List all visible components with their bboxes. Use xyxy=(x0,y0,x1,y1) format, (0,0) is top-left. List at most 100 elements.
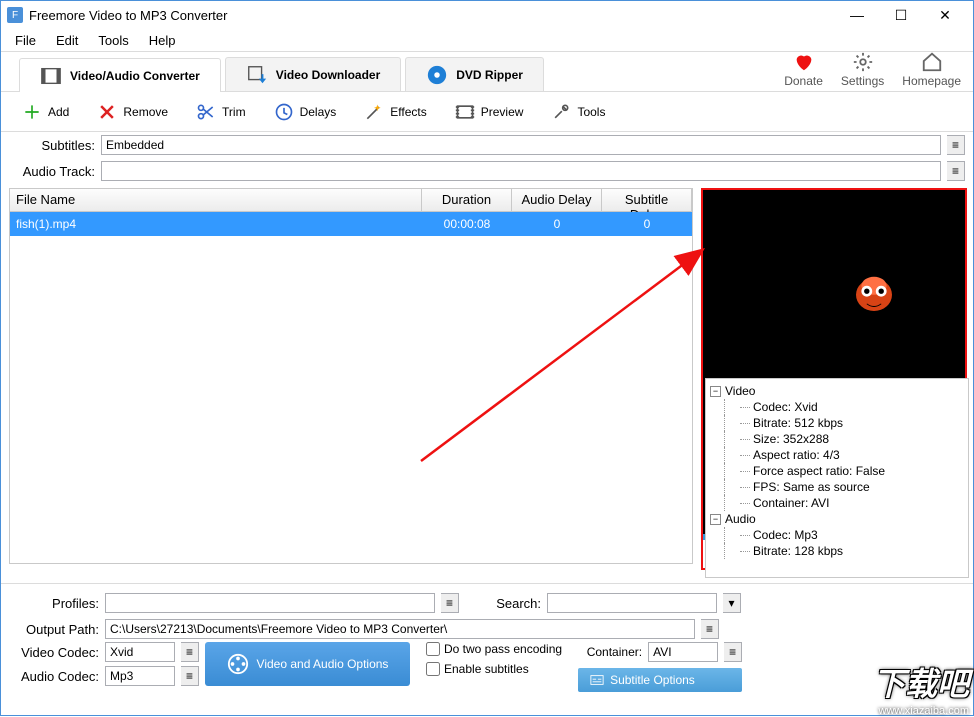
tab-ripper[interactable]: DVD Ripper xyxy=(405,57,544,91)
preview-label: Preview xyxy=(481,105,524,119)
tab-converter[interactable]: Video/Audio Converter xyxy=(19,58,221,92)
audiotrack-label: Audio Track: xyxy=(9,164,95,179)
homepage-label: Homepage xyxy=(902,74,961,88)
outputpath-input[interactable] xyxy=(105,619,695,639)
subtitles-dropdown-button[interactable]: ≡ xyxy=(947,135,965,155)
subtitles-input[interactable] xyxy=(101,135,941,155)
option-summary-tree[interactable]: −Video Codec: Xvid Bitrate: 512 kbps Siz… xyxy=(705,378,969,578)
col-subtitledelay[interactable]: Subtitle Delay xyxy=(602,189,692,211)
heart-icon xyxy=(793,51,815,73)
tree-leaf-codec[interactable]: Codec: Xvid xyxy=(740,400,818,414)
menu-bar: File Edit Tools Help xyxy=(1,29,973,51)
preview-button[interactable]: Preview xyxy=(442,96,537,128)
cell-subtitledelay: 0 xyxy=(602,217,692,231)
search-input[interactable] xyxy=(547,593,717,613)
outputpath-label: Output Path: xyxy=(9,622,99,637)
vao-label: Video and Audio Options xyxy=(257,657,389,671)
enablesub-checkbox[interactable]: Enable subtitles xyxy=(426,662,562,676)
outputpath-browse[interactable]: ≡ xyxy=(701,619,719,639)
tree-node-audio[interactable]: Audio xyxy=(725,512,756,526)
tree-leaf-aspect[interactable]: Aspect ratio: 4/3 xyxy=(740,448,840,462)
tree-leaf-forceaspect[interactable]: Force aspect ratio: False xyxy=(740,464,885,478)
table-row[interactable]: fish(1).mp4 00:00:08 0 0 xyxy=(10,212,692,236)
vcodec-input[interactable] xyxy=(105,642,175,662)
audiotrack-input[interactable] xyxy=(101,161,941,181)
plus-icon xyxy=(22,102,42,122)
delays-button[interactable]: Delays xyxy=(261,96,350,128)
menu-edit[interactable]: Edit xyxy=(48,31,86,50)
tree-toggle-audio[interactable]: − xyxy=(710,514,721,525)
menu-help[interactable]: Help xyxy=(141,31,184,50)
acodec-dropdown[interactable]: ≡ xyxy=(181,666,199,686)
tools-button[interactable]: Tools xyxy=(538,96,618,128)
video-frame-content xyxy=(847,266,901,320)
gear-icon xyxy=(852,51,874,73)
subtitle-options-button[interactable]: Subtitle Options xyxy=(578,668,742,692)
option-summary-label: Option summary: xyxy=(705,353,969,378)
filelist-header: File Name Duration Audio Delay Subtitle … xyxy=(9,188,693,212)
tab-downloader-label: Video Downloader xyxy=(276,68,380,82)
trim-button[interactable]: Trim xyxy=(183,96,259,128)
cell-audiodelay: 0 xyxy=(512,217,602,231)
col-duration[interactable]: Duration xyxy=(422,189,512,211)
add-button[interactable]: Add xyxy=(9,96,82,128)
app-icon: F xyxy=(7,7,23,23)
video-audio-options-button[interactable]: Video and Audio Options xyxy=(205,642,410,686)
profiles-input[interactable] xyxy=(105,593,435,613)
tab-converter-label: Video/Audio Converter xyxy=(70,69,200,83)
container-dropdown[interactable]: ≡ xyxy=(724,642,742,662)
enablesub-label: Enable subtitles xyxy=(444,662,529,676)
tree-node-video[interactable]: Video xyxy=(725,384,755,398)
col-filename[interactable]: File Name xyxy=(10,189,422,211)
search-clear[interactable]: ▾ xyxy=(723,593,741,613)
scissors-icon xyxy=(196,102,216,122)
homepage-button[interactable]: Homepage xyxy=(902,50,961,88)
tab-downloader[interactable]: Video Downloader xyxy=(225,57,401,91)
settings-button[interactable]: Settings xyxy=(841,50,884,88)
tree-leaf-container[interactable]: Container: AVI xyxy=(740,496,830,510)
audiotrack-dropdown-button[interactable]: ≡ xyxy=(947,161,965,181)
trim-label: Trim xyxy=(222,105,246,119)
acodec-label: Audio Codec: xyxy=(9,669,99,684)
vcodec-dropdown[interactable]: ≡ xyxy=(181,642,199,662)
disc-icon xyxy=(426,64,448,86)
tree-leaf-size[interactable]: Size: 352x288 xyxy=(740,432,829,446)
subtitles-label: Subtitles: xyxy=(9,138,95,153)
download-icon xyxy=(246,64,268,86)
menu-tools[interactable]: Tools xyxy=(90,31,136,50)
add-label: Add xyxy=(48,105,69,119)
profiles-dropdown[interactable]: ≡ xyxy=(441,593,459,613)
tab-ripper-label: DVD Ripper xyxy=(456,68,523,82)
menu-file[interactable]: File xyxy=(7,31,44,50)
acodec-input[interactable] xyxy=(105,666,175,686)
remove-label: Remove xyxy=(123,105,168,119)
tools-label: Tools xyxy=(577,105,605,119)
filelist[interactable]: fish(1).mp4 00:00:08 0 0 xyxy=(9,212,693,564)
tree-leaf-fps[interactable]: FPS: Same as source xyxy=(740,480,870,494)
tree-leaf-abitrate[interactable]: Bitrate: 128 kbps xyxy=(740,544,843,558)
twopass-label: Do two pass encoding xyxy=(444,642,562,656)
search-label: Search: xyxy=(491,596,541,611)
cell-duration: 00:00:08 xyxy=(422,217,512,231)
home-icon xyxy=(921,51,943,73)
minimize-button[interactable]: — xyxy=(835,1,879,29)
remove-button[interactable]: Remove xyxy=(84,96,181,128)
tree-leaf-bitrate[interactable]: Bitrate: 512 kbps xyxy=(740,416,843,430)
container-input[interactable] xyxy=(648,642,718,662)
effects-label: Effects xyxy=(390,105,426,119)
reel-icon xyxy=(227,653,249,675)
effects-button[interactable]: Effects xyxy=(351,96,439,128)
delays-label: Delays xyxy=(300,105,337,119)
tools-icon xyxy=(551,102,571,122)
cell-filename: fish(1).mp4 xyxy=(10,217,422,231)
tree-toggle-video[interactable]: − xyxy=(710,386,721,397)
settings-label: Settings xyxy=(841,74,884,88)
donate-button[interactable]: Donate xyxy=(784,50,823,88)
twopass-checkbox[interactable]: Do two pass encoding xyxy=(426,642,562,656)
tree-leaf-acodec[interactable]: Codec: Mp3 xyxy=(740,528,818,542)
col-audiodelay[interactable]: Audio Delay xyxy=(512,189,602,211)
maximize-button[interactable]: ☐ xyxy=(879,1,923,29)
donate-label: Donate xyxy=(784,74,823,88)
close-button[interactable]: ✕ xyxy=(923,1,967,29)
subtitle-icon xyxy=(590,674,604,686)
